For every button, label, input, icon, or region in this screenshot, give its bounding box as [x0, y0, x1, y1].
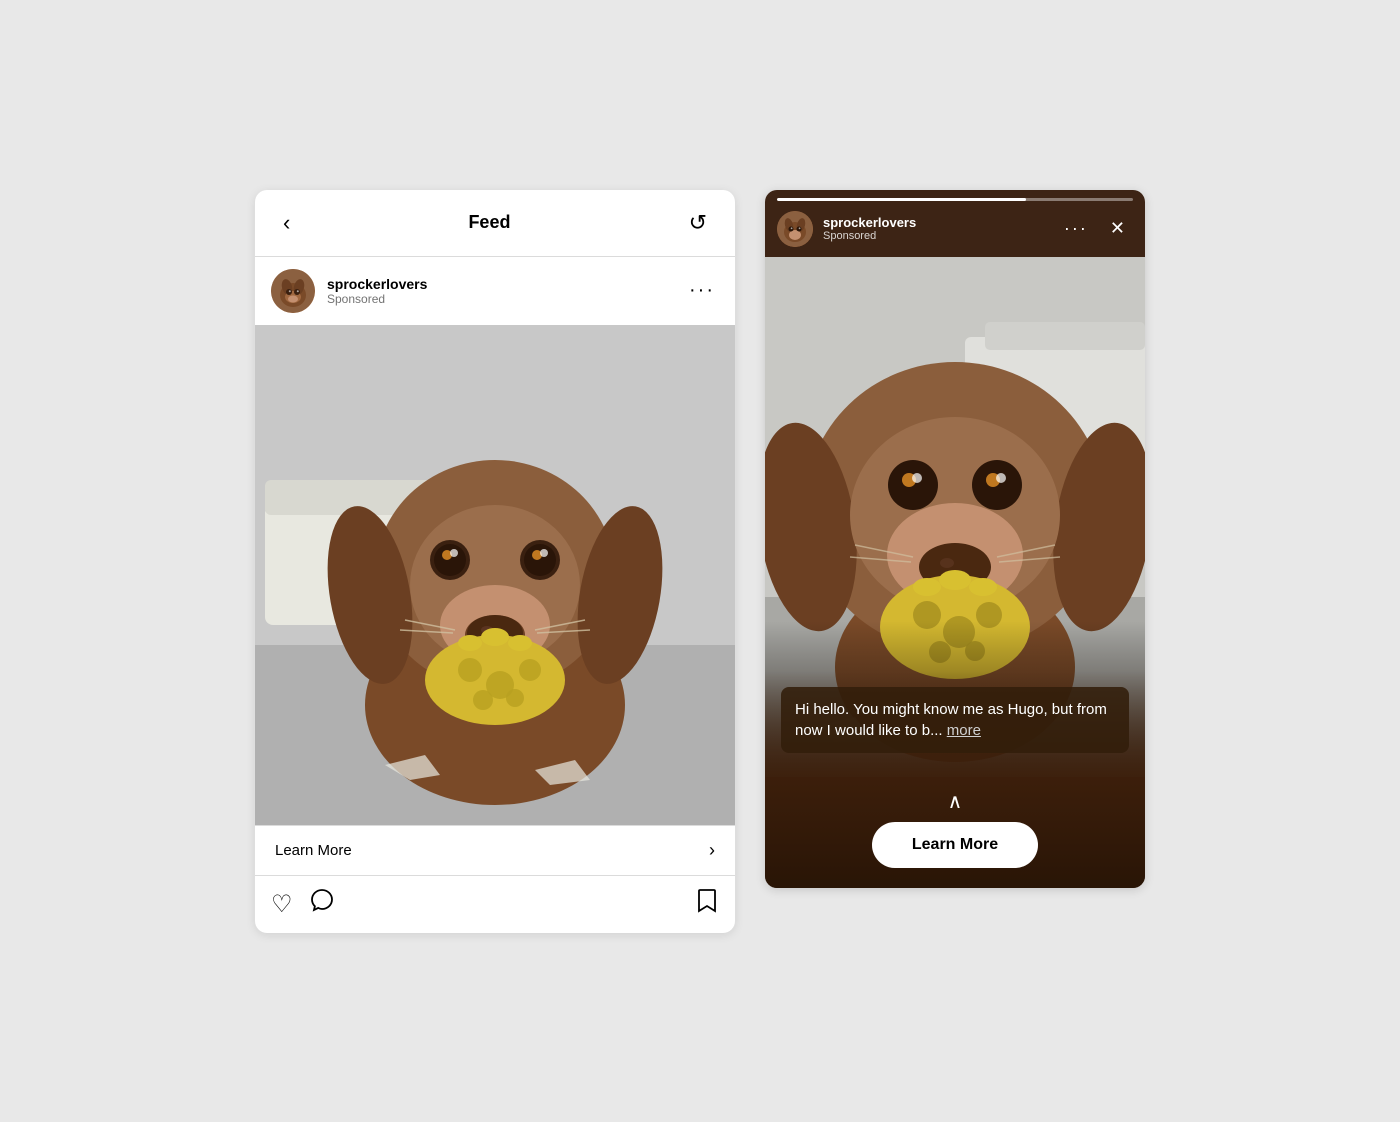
story-image: Hi hello. You might know me as Hugo, but…: [765, 257, 1145, 777]
story-panel: sprockerlovers Sponsored ··· ✕: [765, 190, 1145, 888]
story-caption-overlay: Hi hello. You might know me as Hugo, but…: [765, 671, 1145, 777]
story-caption-more[interactable]: more: [947, 722, 981, 739]
story-avatar: [777, 211, 813, 247]
story-bottom: ∧ Learn More: [765, 777, 1145, 888]
feed-learn-more-text: Learn More: [275, 842, 352, 859]
bookmark-button[interactable]: [695, 888, 719, 921]
story-chevron-icon: ∧: [948, 789, 963, 814]
story-username: sprockerlovers: [823, 215, 1050, 230]
story-post-info: sprockerlovers Sponsored: [823, 215, 1050, 242]
post-sponsored: Sponsored: [327, 292, 673, 306]
story-caption-box: Hi hello. You might know me as Hugo, but…: [781, 687, 1129, 753]
feed-actions: ♡: [255, 876, 735, 933]
story-close-button[interactable]: ✕: [1102, 214, 1133, 243]
story-caption-text: Hi hello. You might know me as Hugo, but…: [795, 701, 1107, 739]
like-button[interactable]: ♡: [271, 890, 293, 919]
feed-image: [255, 325, 735, 825]
refresh-button[interactable]: ↺: [681, 206, 715, 240]
feed-post-header: sprockerlovers Sponsored ···: [255, 257, 735, 325]
feed-title: Feed: [468, 212, 510, 233]
post-info: sprockerlovers Sponsored: [327, 276, 673, 306]
main-container: ‹ Feed ↺: [215, 150, 1185, 973]
avatar: [271, 269, 315, 313]
story-sponsored: Sponsored: [823, 230, 1050, 242]
feed-learn-more-arrow: ›: [709, 840, 715, 861]
comment-button[interactable]: [309, 888, 335, 920]
feed-header: ‹ Feed ↺: [255, 190, 735, 257]
story-more-button[interactable]: ···: [1060, 214, 1092, 243]
story-top-bar: sprockerlovers Sponsored ··· ✕: [765, 201, 1145, 257]
post-username: sprockerlovers: [327, 276, 673, 292]
story-learn-more-button[interactable]: Learn More: [872, 822, 1038, 868]
back-button[interactable]: ‹: [275, 208, 298, 238]
post-more-button[interactable]: ···: [685, 275, 719, 306]
feed-actions-left: ♡: [271, 888, 335, 920]
feed-panel: ‹ Feed ↺: [255, 190, 735, 933]
feed-learn-more-bar[interactable]: Learn More ›: [255, 825, 735, 876]
